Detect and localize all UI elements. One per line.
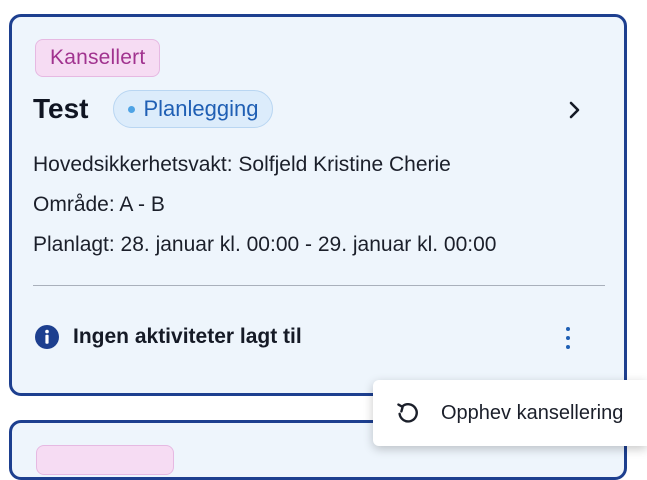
card-header: Test Planlegging xyxy=(33,90,274,128)
more-vertical-icon-dot xyxy=(566,345,570,349)
status-badge-label: Kansellert xyxy=(50,46,146,69)
card-footer: Ingen aktiviteter lagt til xyxy=(33,323,302,351)
status-badge-next xyxy=(36,445,174,475)
menu-item-label: Opphev kansellering xyxy=(441,401,624,424)
area-line: Område: A - B xyxy=(33,193,165,216)
status-badge: Kansellert xyxy=(35,39,161,77)
divider xyxy=(33,285,605,286)
no-activities-text: Ingen aktiviteter lagt til xyxy=(73,325,302,348)
phase-badge: Planlegging xyxy=(112,90,274,128)
context-menu: Opphev kansellering xyxy=(373,380,647,446)
phase-badge-label: Planlegging xyxy=(143,96,259,121)
open-details-button[interactable] xyxy=(562,97,588,123)
undo-icon xyxy=(397,403,418,423)
security-guard-line: Hovedsikkerhetsvakt: Solfjeld Kristine C… xyxy=(33,153,451,176)
card-details: Hovedsikkerhetsvakt: Solfjeld Kristine C… xyxy=(33,145,496,265)
planned-time-line: Planlagt: 28. januar kl. 00:00 - 29. jan… xyxy=(33,233,497,256)
more-vertical-icon-dot xyxy=(566,336,570,340)
more-options-button[interactable] xyxy=(557,321,579,355)
undo-cancellation-menu-item[interactable]: Opphev kansellering xyxy=(373,380,647,446)
info-circle-icon xyxy=(33,323,61,351)
card-title: Test xyxy=(33,93,89,124)
chevron-right-icon xyxy=(569,101,580,119)
activity-card[interactable]: Kansellert Test Planlegging Hovedsikkerh… xyxy=(9,14,627,396)
phase-dot-icon xyxy=(127,105,135,113)
more-vertical-icon xyxy=(566,327,570,331)
